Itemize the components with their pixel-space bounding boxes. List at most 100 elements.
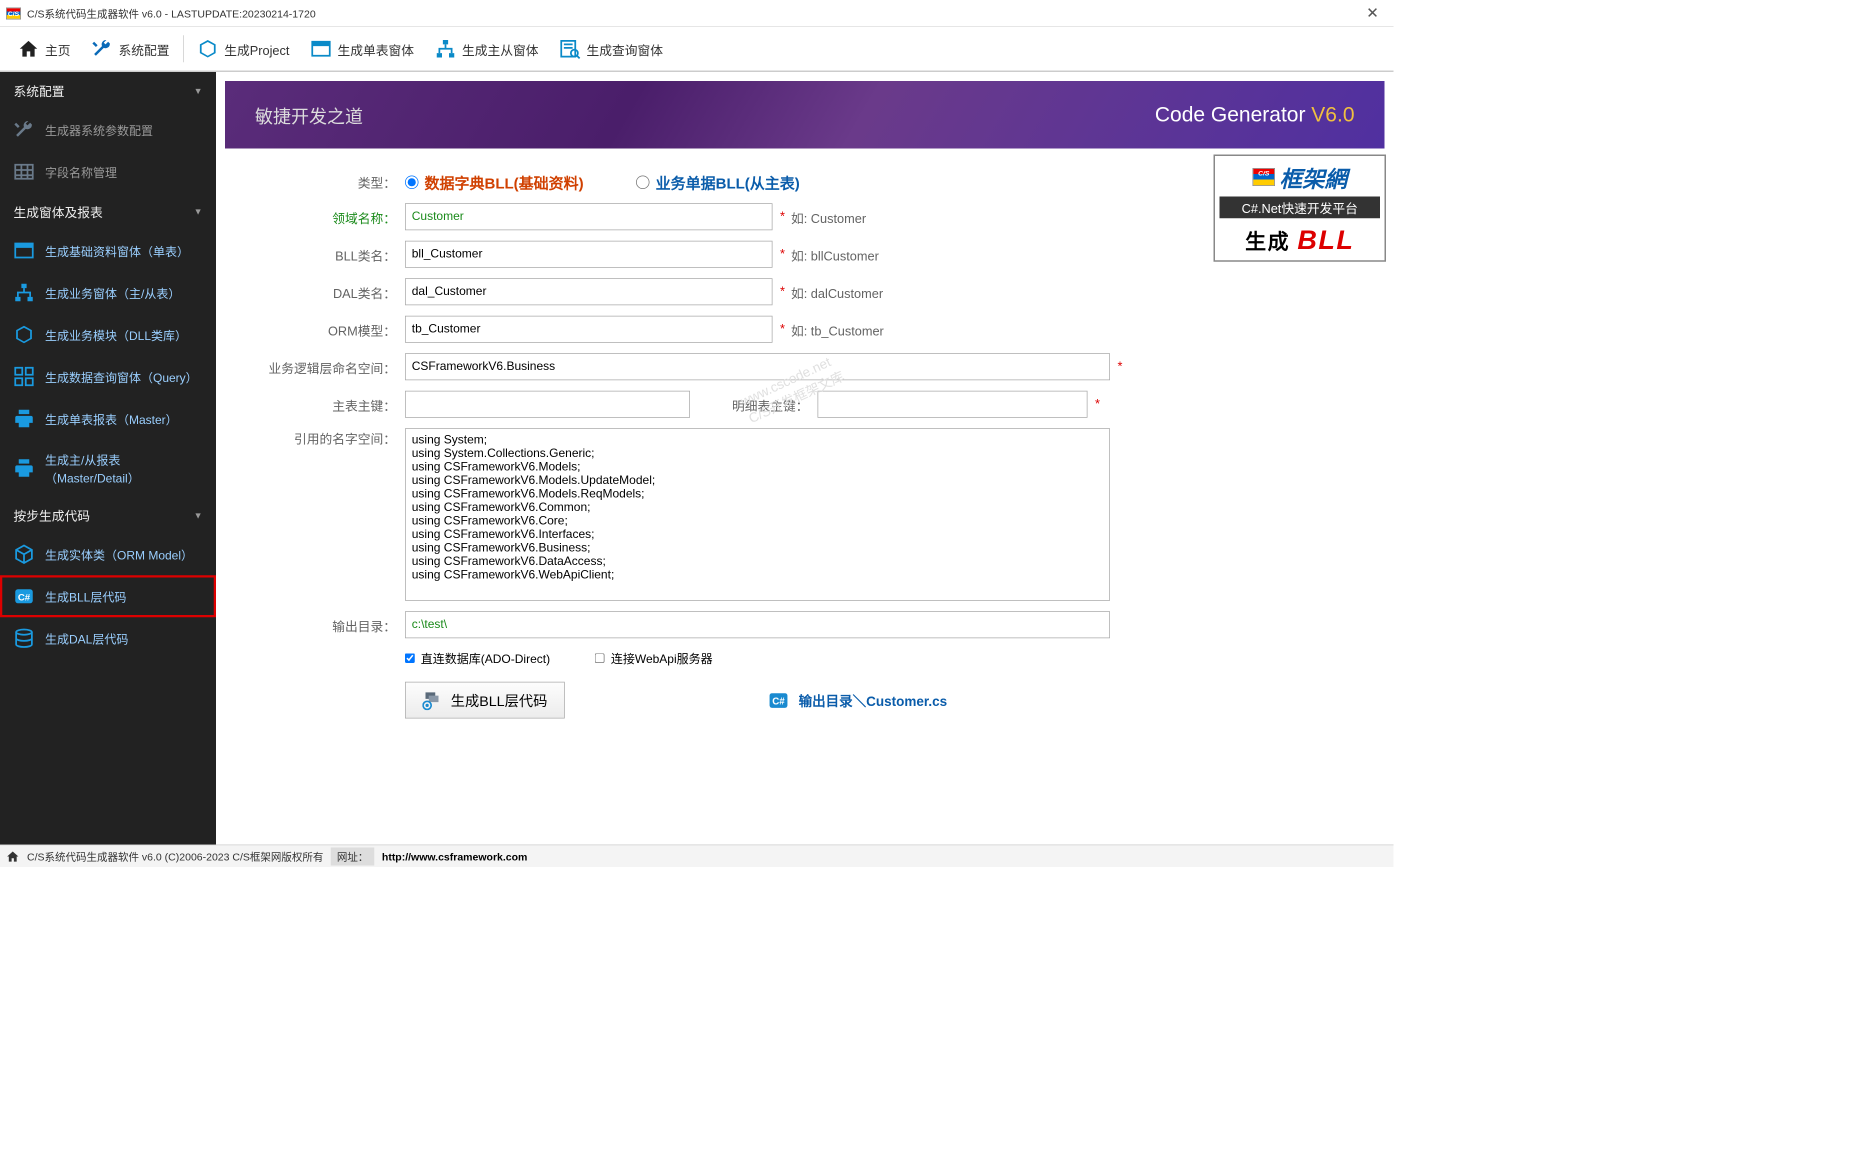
- home-icon: [6, 849, 20, 863]
- chk-label: 直连数据库(ADO-Direct): [421, 649, 550, 667]
- output-file-label: 输出目录＼Customer.cs: [799, 690, 948, 710]
- window-icon: [310, 38, 331, 59]
- hierarchy-icon: [435, 38, 456, 59]
- domain-input[interactable]: [405, 203, 773, 230]
- sidebar-item-query-form[interactable]: 生成数据查询窗体（Query）: [0, 356, 216, 398]
- sidebar-item-bll[interactable]: C#生成BLL层代码: [0, 575, 216, 617]
- sidebar-item-label: 生成DAL层代码: [45, 629, 128, 647]
- type-label: 类型：: [255, 173, 405, 192]
- csharp-icon: C#: [767, 690, 790, 710]
- grid-icon: [14, 161, 35, 182]
- config-button[interactable]: 系统配置: [81, 32, 180, 65]
- search-list-icon: [559, 38, 580, 59]
- sidebar-item-orm[interactable]: 生成实体类（ORM Model）: [0, 533, 216, 575]
- home-button[interactable]: 主页: [8, 32, 82, 65]
- namespace-label: 业务逻辑层命名空间：: [255, 357, 405, 376]
- chevron-down-icon: ▼: [194, 85, 203, 96]
- sidebar-item-label: 生成实体类（ORM Model）: [45, 545, 193, 563]
- domain-hint: 如: Customer: [791, 207, 866, 226]
- orm-hint: 如: tb_Customer: [791, 320, 884, 339]
- title-bar: C/S C/S系统代码生成器软件 v6.0 - LASTUPDATE:20230…: [0, 0, 1394, 27]
- sidebar-item-dll-module[interactable]: 生成业务模块（DLL类库）: [0, 314, 216, 356]
- refns-textarea[interactable]: using System; using System.Collections.G…: [405, 428, 1110, 601]
- badge-subtitle: C#.Net快速开发平台: [1220, 197, 1381, 219]
- sidebar-item-business-form[interactable]: 生成业务窗体（主/从表）: [0, 272, 216, 314]
- sidebar-item-dal[interactable]: 生成DAL层代码: [0, 617, 216, 659]
- sidebar-item-master-report[interactable]: 生成单表报表（Master）: [0, 398, 216, 440]
- chk-webapi[interactable]: 连接WebApi服务器: [595, 649, 713, 667]
- single-form-button[interactable]: 生成单表窗体: [300, 32, 425, 65]
- bll-input[interactable]: [405, 241, 773, 268]
- sidebar-section-config[interactable]: 系统配置▼: [0, 72, 216, 109]
- master-form-button[interactable]: 生成主从窗体: [424, 32, 549, 65]
- sidebar-item-label: 生成业务窗体（主/从表）: [45, 284, 180, 302]
- sidebar-item-sysparams[interactable]: 生成器系统参数配置: [0, 109, 216, 151]
- sidebar-section-label: 按步生成代码: [14, 506, 91, 525]
- radio-business-bll[interactable]: 业务单据BLL(从主表): [636, 171, 800, 193]
- required-star: *: [780, 247, 785, 262]
- config-label: 系统配置: [119, 39, 170, 58]
- sidebar-item-detail-report[interactable]: 生成主/从报表（Master/Detail）: [0, 440, 216, 497]
- pk1-input[interactable]: [405, 391, 690, 418]
- sidebar-item-basic-form[interactable]: 生成基础资料窗体（单表）: [0, 230, 216, 272]
- brand-badge: 框架網 C#.Net快速开发平台 生成 BLL: [1214, 155, 1387, 262]
- single-label: 生成单表窗体: [337, 39, 414, 58]
- status-url-link[interactable]: http://www.csframework.com: [382, 850, 527, 862]
- output-input[interactable]: [405, 611, 1110, 638]
- radio-dict-bll[interactable]: 数据字典BLL(基础资料): [405, 171, 584, 193]
- namespace-input[interactable]: [405, 353, 1110, 380]
- project-button[interactable]: 生成Project: [187, 32, 300, 65]
- radio-label: 数据字典BLL(基础资料): [425, 171, 584, 193]
- close-icon[interactable]: ✕: [1358, 4, 1388, 23]
- output-label: 输出目录：: [255, 615, 405, 634]
- sidebar-item-label: 生成单表报表（Master）: [45, 410, 178, 428]
- sidebar-section-label: 生成窗体及报表: [14, 202, 103, 221]
- printer-icon: [14, 458, 35, 479]
- cube-icon: [197, 38, 218, 59]
- chevron-down-icon: ▼: [194, 510, 203, 521]
- refns-label: 引用的名字空间：: [255, 428, 405, 447]
- required-star: *: [780, 322, 785, 337]
- generate-bll-button[interactable]: 生成BLL层代码: [405, 682, 565, 719]
- wrench-icon: [14, 119, 35, 140]
- sidebar-item-label: 生成数据查询窗体（Query）: [45, 368, 198, 386]
- required-star: *: [780, 284, 785, 299]
- dal-input[interactable]: [405, 278, 773, 305]
- status-text: C/S系统代码生成器软件 v6.0 (C)2006-2023 C/S框架网版权所…: [27, 849, 323, 864]
- required-star: *: [780, 209, 785, 224]
- bll-label: BLL类名：: [255, 245, 405, 264]
- pk2-input[interactable]: [818, 391, 1088, 418]
- wrench-icon: [92, 38, 113, 59]
- query-form-button[interactable]: 生成查询窗体: [549, 32, 674, 65]
- status-bar: C/S系统代码生成器软件 v6.0 (C)2006-2023 C/S框架网版权所…: [0, 845, 1394, 868]
- sidebar-item-label: 生成主/从报表（Master/Detail）: [45, 450, 203, 486]
- chk-label: 连接WebApi服务器: [611, 649, 713, 667]
- genbtn-label: 生成BLL层代码: [451, 690, 548, 710]
- sidebar-section-forms[interactable]: 生成窗体及报表▼: [0, 193, 216, 230]
- master-label: 生成主从窗体: [462, 39, 539, 58]
- project-label: 生成Project: [224, 39, 289, 58]
- sidebar-item-label: 生成基础资料窗体（单表）: [45, 242, 189, 260]
- main-content: 敏捷开发之道 Code Generator V6.0 框架網 C#.Net快速开…: [216, 72, 1394, 845]
- badge-action: 生成 BLL: [1220, 224, 1381, 256]
- toolbar-separator: [183, 35, 184, 62]
- cube-icon: [14, 324, 35, 345]
- orm-input[interactable]: [405, 316, 773, 343]
- pk2-label: 明细表主键：: [690, 395, 818, 414]
- required-star: *: [1118, 359, 1123, 374]
- tiles-icon: [14, 366, 35, 387]
- dal-hint: 如: dalCustomer: [791, 282, 883, 301]
- printer-icon: [14, 408, 35, 429]
- bll-form: 类型： 数据字典BLL(基础资料) 业务单据BLL(从主表) 领域名称： * 如…: [225, 149, 1385, 734]
- gear-windows-icon: [422, 690, 442, 710]
- banner-slogan: 敏捷开发之道: [255, 102, 363, 128]
- app-logo-icon: C/S: [6, 7, 21, 19]
- output-file-link[interactable]: C# 输出目录＼Customer.cs: [767, 690, 947, 710]
- cs-logo-icon: [1253, 168, 1276, 186]
- badge-title: 框架網: [1280, 161, 1348, 194]
- chk-ado-direct[interactable]: 直连数据库(ADO-Direct): [405, 649, 550, 667]
- sidebar-section-stepgen[interactable]: 按步生成代码 ▼: [0, 497, 216, 534]
- bll-hint: 如: bllCustomer: [791, 245, 879, 264]
- dal-label: DAL类名：: [255, 282, 405, 301]
- sidebar-item-fieldnames[interactable]: 字段名称管理: [0, 151, 216, 193]
